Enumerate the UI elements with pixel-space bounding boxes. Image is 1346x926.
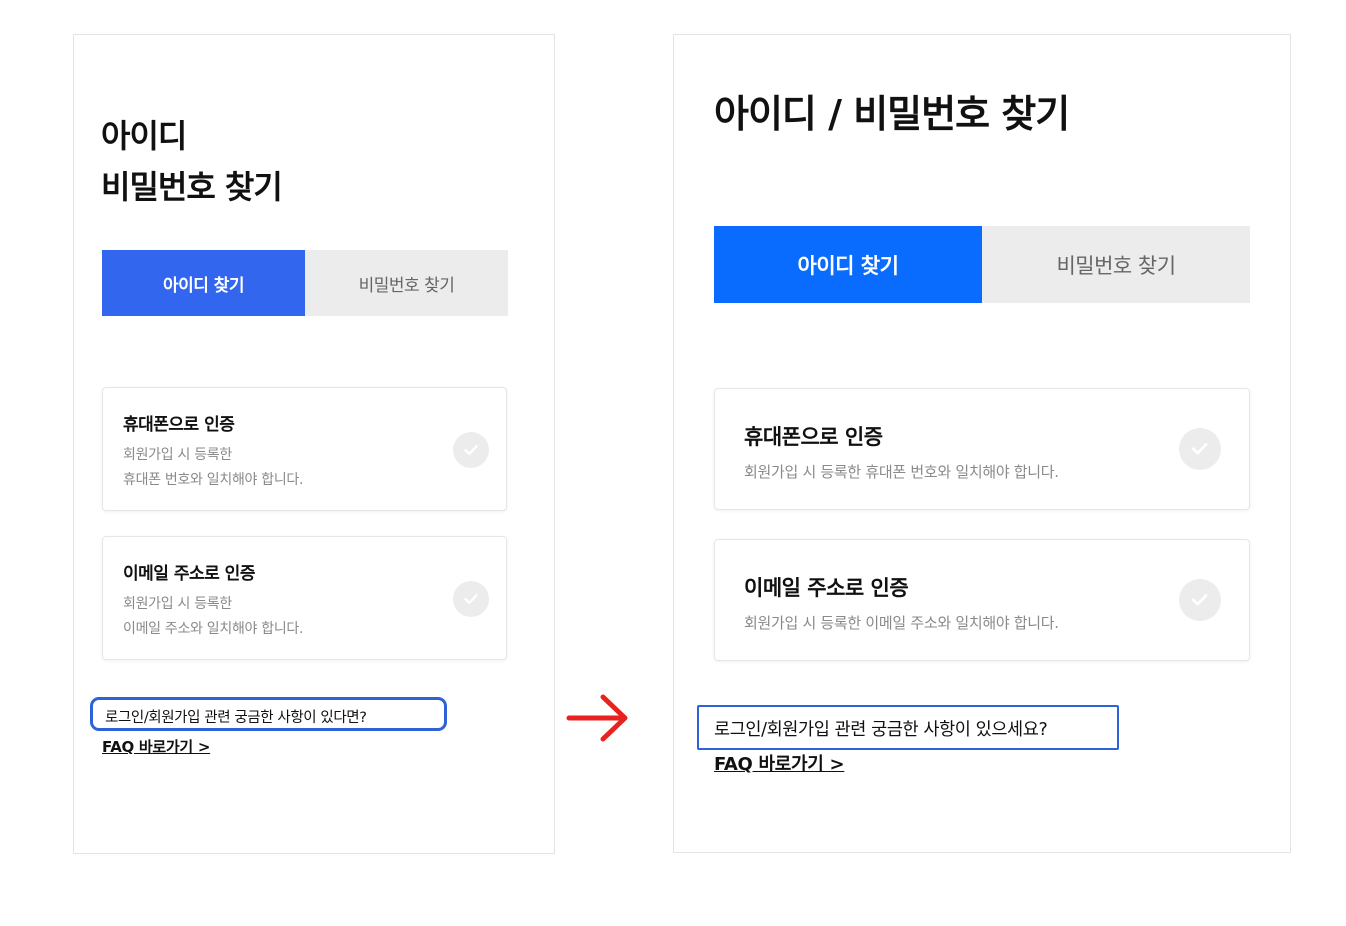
- tab-find-password[interactable]: 비밀번호 찾기: [982, 226, 1250, 303]
- card-description-line: 회원가입 시 등록한: [123, 596, 232, 612]
- card-description-line: 회원가입 시 등록한: [123, 447, 232, 463]
- check-circle-icon: [1179, 579, 1221, 621]
- check-circle-icon: [453, 581, 489, 617]
- card-description: 회원가입 시 등록한 이메일 주소와 일치해야 합니다.: [744, 614, 1059, 632]
- card-description: 회원가입 시 등록한 이메일 주소와 일치해야 합니다.: [123, 592, 303, 642]
- after-panel: 아이디 / 비밀번호 찾기 아이디 찾기 비밀번호 찾기 휴대폰으로 인증 회원…: [673, 34, 1291, 853]
- page-title: 아이디 / 비밀번호 찾기: [714, 92, 1070, 136]
- email-verification-card[interactable]: 이메일 주소로 인증 회원가입 시 등록한 이메일 주소와 일치해야 합니다.: [714, 539, 1250, 661]
- tab-find-password[interactable]: 비밀번호 찾기: [305, 250, 508, 316]
- page-title-line-2: 비밀번호 찾기: [101, 168, 283, 206]
- faq-question-text: 로그인/회원가입 관련 궁금한 사항이 있으세요?: [697, 705, 1119, 750]
- phone-verification-card[interactable]: 휴대폰으로 인증 회원가입 시 등록한 휴대폰 번호와 일치해야 합니다.: [714, 388, 1250, 510]
- faq-link[interactable]: FAQ 바로가기 >: [714, 750, 845, 776]
- card-description-line: 휴대폰 번호와 일치해야 합니다.: [123, 472, 304, 488]
- email-verification-card[interactable]: 이메일 주소로 인증 회원가입 시 등록한 이메일 주소와 일치해야 합니다.: [102, 536, 507, 660]
- card-description-line: 이메일 주소와 일치해야 합니다.: [123, 621, 304, 637]
- right-arrow-icon: [566, 694, 628, 742]
- faq-link[interactable]: FAQ 바로가기 >: [102, 736, 210, 757]
- check-circle-icon: [453, 432, 489, 468]
- tab-find-id[interactable]: 아이디 찾기: [102, 250, 305, 316]
- card-title: 휴대폰으로 인증: [123, 415, 235, 435]
- tab-bar: 아이디 찾기 비밀번호 찾기: [714, 226, 1250, 303]
- card-title: 이메일 주소로 인증: [744, 576, 909, 600]
- tab-bar: 아이디 찾기 비밀번호 찾기: [102, 250, 508, 316]
- card-title: 이메일 주소로 인증: [123, 564, 255, 584]
- tab-find-id[interactable]: 아이디 찾기: [714, 226, 982, 303]
- card-description: 회원가입 시 등록한 휴대폰 번호와 일치해야 합니다.: [744, 463, 1059, 481]
- phone-verification-card[interactable]: 휴대폰으로 인증 회원가입 시 등록한 휴대폰 번호와 일치해야 합니다.: [102, 387, 507, 511]
- faq-question-text: 로그인/회원가입 관련 궁금한 사항이 있다면?: [90, 697, 447, 731]
- before-panel: 아이디 비밀번호 찾기 아이디 찾기 비밀번호 찾기 휴대폰으로 인증 회원가입…: [73, 34, 555, 854]
- card-description: 회원가입 시 등록한 휴대폰 번호와 일치해야 합니다.: [123, 443, 303, 493]
- card-title: 휴대폰으로 인증: [744, 425, 883, 449]
- page-title-line-1: 아이디: [101, 117, 187, 155]
- check-circle-icon: [1179, 428, 1221, 470]
- page-title: 아이디 비밀번호 찾기: [101, 111, 283, 213]
